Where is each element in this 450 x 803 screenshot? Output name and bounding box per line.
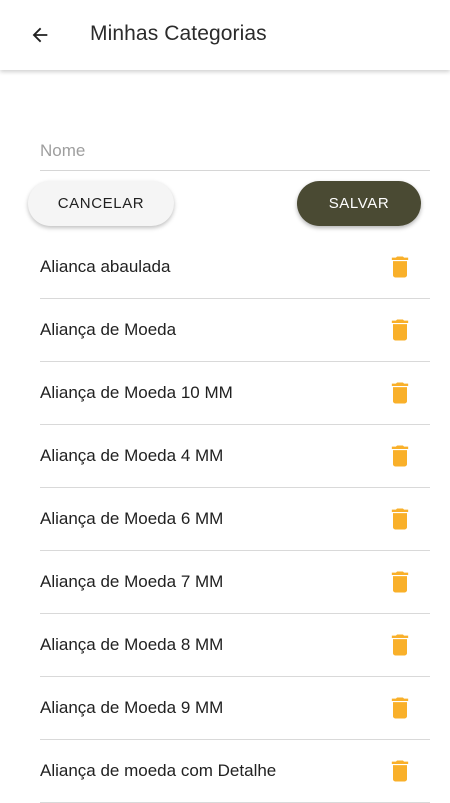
trash-icon <box>391 634 409 656</box>
page-title: Minhas Categorias <box>90 22 267 45</box>
category-label: Aliança de Moeda 10 MM <box>40 383 233 402</box>
category-item[interactable]: Aliança de Moeda 10 MM <box>40 362 430 425</box>
category-label: Aliança de Moeda 4 MM <box>40 446 224 465</box>
category-item[interactable]: Aliança de moeda com Detalhe <box>40 740 430 803</box>
delete-category-button[interactable] <box>386 568 414 596</box>
delete-category-button[interactable] <box>386 694 414 722</box>
delete-category-button[interactable] <box>386 631 414 659</box>
trash-icon <box>391 319 409 341</box>
back-button[interactable] <box>20 17 60 53</box>
category-label: Aliança de Moeda 8 MM <box>40 635 224 654</box>
app-bar: Minhas Categorias <box>0 0 450 70</box>
delete-category-button[interactable] <box>386 757 414 785</box>
cancel-button[interactable]: CANCELAR <box>28 181 174 226</box>
trash-icon <box>391 760 409 782</box>
trash-icon <box>391 571 409 593</box>
save-button[interactable]: SALVAR <box>297 181 421 226</box>
name-field <box>40 134 430 171</box>
trash-icon <box>391 382 409 404</box>
category-item[interactable]: Aliança de Moeda 8 MM <box>40 614 430 677</box>
category-list: Alianca abaulada Aliança de Moeda Alianç… <box>40 236 430 803</box>
category-label: Aliança de Moeda 6 MM <box>40 509 224 528</box>
delete-category-button[interactable] <box>386 253 414 281</box>
category-item[interactable]: Alianca abaulada <box>40 236 430 299</box>
category-item[interactable]: Aliança de Moeda 7 MM <box>40 551 430 614</box>
category-item[interactable]: Aliança de Moeda 4 MM <box>40 425 430 488</box>
trash-icon <box>391 445 409 467</box>
category-item[interactable]: Aliança de Moeda 9 MM <box>40 677 430 740</box>
category-label: Aliança de Moeda 7 MM <box>40 572 224 591</box>
delete-category-button[interactable] <box>386 505 414 533</box>
trash-icon <box>391 256 409 278</box>
trash-icon <box>391 697 409 719</box>
delete-category-button[interactable] <box>386 379 414 407</box>
name-input[interactable] <box>40 134 430 168</box>
category-item[interactable]: Aliança de Moeda <box>40 299 430 362</box>
category-item[interactable]: Aliança de Moeda 6 MM <box>40 488 430 551</box>
trash-icon <box>391 508 409 530</box>
category-label: Aliança de Moeda <box>40 320 177 339</box>
arrow-back-icon <box>32 27 48 43</box>
category-label: Alianca abaulada <box>40 257 171 276</box>
delete-category-button[interactable] <box>386 316 414 344</box>
category-label: Aliança de Moeda 9 MM <box>40 698 224 717</box>
category-label: Aliança de moeda com Detalhe <box>40 761 277 780</box>
delete-category-button[interactable] <box>386 442 414 470</box>
